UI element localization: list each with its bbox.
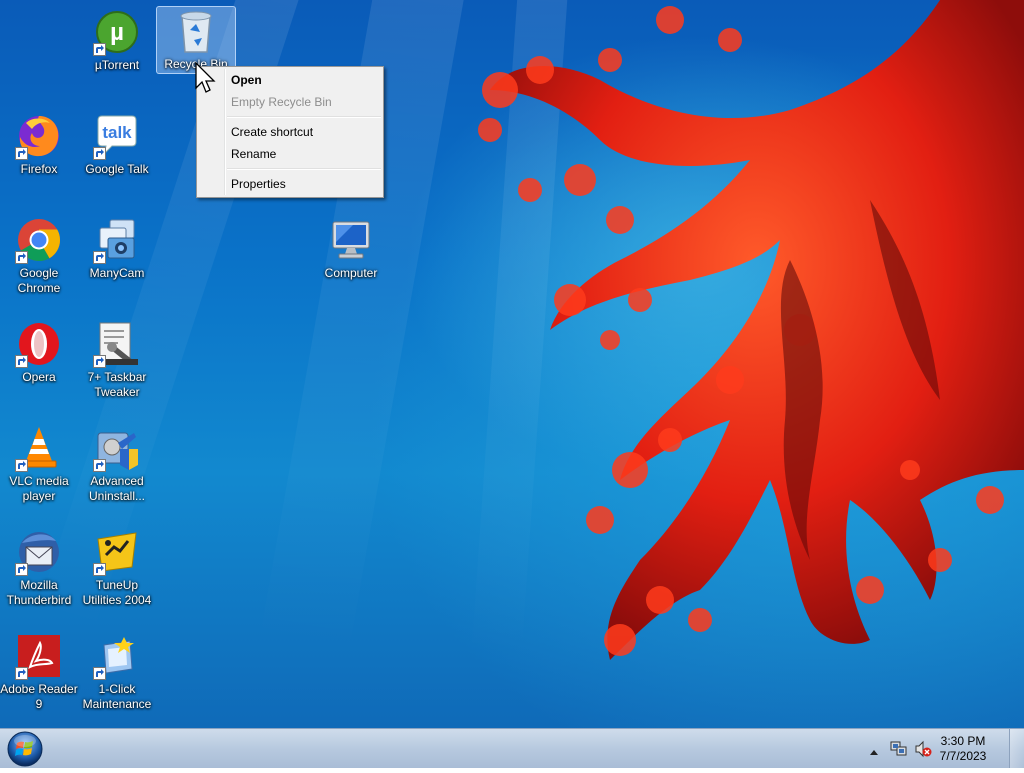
icon-label: ManyCam xyxy=(89,266,145,280)
tuneup-icon xyxy=(93,528,141,576)
clock-date: 7/7/2023 xyxy=(939,749,987,763)
taskbar-tweaker-icon xyxy=(93,320,141,368)
desktop-icon-7-taskbar-tweaker[interactable]: 7+ Taskbar Tweaker xyxy=(78,320,156,400)
desktop-icon-google-talk[interactable]: talk Google Talk xyxy=(78,112,156,177)
desktop-icon-adobe-reader[interactable]: Adobe Reader 9 xyxy=(0,632,78,712)
utorrent-icon: µ xyxy=(93,8,141,56)
google-talk-icon: talk xyxy=(93,112,141,160)
thunderbird-icon xyxy=(15,528,63,576)
svg-text:µ: µ xyxy=(110,19,124,46)
desktop-icon-manycam[interactable]: ManyCam xyxy=(78,216,156,281)
show-hidden-icons-chevron[interactable] xyxy=(869,743,879,761)
desktop-icon-google-chrome[interactable]: Google Chrome xyxy=(0,216,78,296)
maintenance-icon xyxy=(93,632,141,680)
menu-item-rename[interactable]: Rename xyxy=(197,143,383,165)
icon-label: VLC media player xyxy=(9,474,69,503)
desktop-icon-1-click-maintenance[interactable]: 1-Click Maintenance xyxy=(78,632,156,712)
start-button[interactable] xyxy=(6,730,44,768)
icon-label: Firefox xyxy=(20,162,58,176)
icon-label: Advanced Uninstall... xyxy=(88,474,146,503)
desktop-icon-tuneup-utilities[interactable]: TuneUp Utilities 2004 xyxy=(78,528,156,608)
computer-icon xyxy=(327,216,375,264)
shortcut-arrow-icon xyxy=(93,147,106,160)
icon-label: Opera xyxy=(22,370,56,384)
clock[interactable]: 3:30 PM 7/7/2023 xyxy=(928,734,998,764)
network-icon[interactable] xyxy=(890,740,908,763)
clock-time: 3:30 PM xyxy=(940,734,986,748)
icon-label: Mozilla Thunderbird xyxy=(6,578,72,607)
desktop-icon-advanced-uninstaller[interactable]: Advanced Uninstall... xyxy=(78,424,156,504)
icon-label: Google Talk xyxy=(85,162,149,176)
icon-label: Computer xyxy=(324,266,378,280)
icon-label: Adobe Reader 9 xyxy=(0,682,78,711)
vlc-icon xyxy=(15,424,63,472)
icon-label: 7+ Taskbar Tweaker xyxy=(87,370,147,399)
shortcut-arrow-icon xyxy=(15,251,28,264)
menu-separator xyxy=(227,168,381,170)
menu-item-create-shortcut[interactable]: Create shortcut xyxy=(197,121,383,143)
shortcut-arrow-icon xyxy=(93,251,106,264)
shortcut-arrow-icon xyxy=(93,355,106,368)
windows-logo-icon xyxy=(7,731,43,767)
desktop-icon-firefox[interactable]: Firefox xyxy=(0,112,78,177)
desktop-icon-mozilla-thunderbird[interactable]: Mozilla Thunderbird xyxy=(0,528,78,608)
icon-label: Google Chrome xyxy=(17,266,61,295)
desktop-icon-vlc[interactable]: VLC media player xyxy=(0,424,78,504)
taskbar: 3:30 PM 7/7/2023 xyxy=(0,728,1024,768)
manycam-icon xyxy=(93,216,141,264)
shortcut-arrow-icon xyxy=(15,459,28,472)
menu-item-properties[interactable]: Properties xyxy=(197,173,383,195)
desktop-icon-opera[interactable]: Opera xyxy=(0,320,78,385)
shortcut-arrow-icon xyxy=(15,355,28,368)
opera-icon xyxy=(15,320,63,368)
adobe-reader-icon xyxy=(15,632,63,680)
coral-wallpaper-art xyxy=(478,0,1024,660)
chrome-icon xyxy=(15,216,63,264)
desktop-icon-utorrent[interactable]: µ µTorrent xyxy=(78,8,156,73)
show-desktop-button[interactable] xyxy=(1009,729,1024,768)
menu-item-empty-recycle-bin: Empty Recycle Bin xyxy=(231,95,332,109)
shortcut-arrow-icon xyxy=(15,147,28,160)
shortcut-arrow-icon xyxy=(93,43,106,56)
context-menu: Open Empty Recycle Bin Create shortcut R… xyxy=(196,66,384,198)
desktop[interactable]: µ µTorrent Recycle Bin Firefox talk Goog… xyxy=(0,0,1024,728)
shortcut-arrow-icon xyxy=(93,667,106,680)
svg-text:talk: talk xyxy=(102,123,132,142)
recycle-bin-icon xyxy=(172,7,220,55)
shortcut-arrow-icon xyxy=(93,459,106,472)
shortcut-arrow-icon xyxy=(15,563,28,576)
desktop-icon-computer[interactable]: Computer xyxy=(312,216,390,281)
menu-separator xyxy=(227,116,381,118)
shortcut-arrow-icon xyxy=(93,563,106,576)
firefox-icon xyxy=(15,112,63,160)
icon-label: µTorrent xyxy=(94,58,140,72)
advanced-uninstaller-icon xyxy=(93,424,141,472)
mouse-cursor-icon xyxy=(195,62,216,93)
shortcut-arrow-icon xyxy=(15,667,28,680)
menu-item-open[interactable]: Open xyxy=(197,69,383,91)
icon-label: TuneUp Utilities 2004 xyxy=(82,578,152,607)
icon-label: 1-Click Maintenance xyxy=(82,682,152,711)
